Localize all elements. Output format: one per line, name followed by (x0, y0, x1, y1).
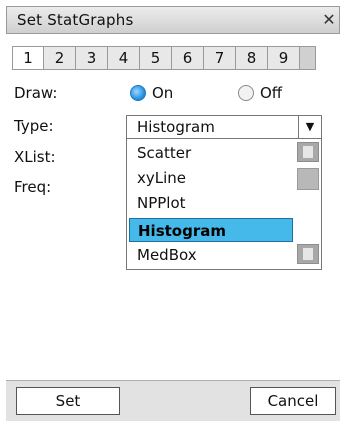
dropdown-item-scatter[interactable]: Scatter (129, 141, 293, 165)
dropdown-item-medbox[interactable]: MedBox (129, 243, 293, 267)
scroll-up-icon[interactable] (297, 142, 319, 162)
draw-off-radio[interactable]: Off (238, 84, 282, 102)
type-select[interactable]: Histogram ▼ (126, 115, 322, 139)
scroll-down-icon[interactable] (297, 244, 319, 264)
window-title: Set StatGraphs (17, 11, 134, 29)
dropdown-item-xyline[interactable]: xyLine (129, 166, 293, 190)
tab-strip: 1 2 3 4 5 6 7 8 9 (12, 46, 316, 70)
close-icon[interactable]: ✕ (321, 11, 337, 29)
radio-selected-icon (130, 85, 146, 101)
tab-1[interactable]: 1 (12, 46, 44, 70)
dropdown-item-histogram[interactable]: Histogram (129, 218, 293, 242)
dropdown-item-npplot[interactable]: NPPlot (129, 191, 293, 215)
button-bar: Set Cancel (6, 380, 340, 421)
type-label: Type: (14, 117, 54, 135)
tab-9[interactable]: 9 (268, 46, 300, 70)
dropdown-scrollbar[interactable] (297, 142, 319, 266)
cancel-button[interactable]: Cancel (250, 387, 336, 415)
scroll-thumb[interactable] (297, 168, 319, 190)
tab-2[interactable]: 2 (44, 46, 76, 70)
tab-8[interactable]: 8 (236, 46, 268, 70)
xlist-label: XList: (14, 148, 56, 166)
chevron-down-icon[interactable]: ▼ (298, 116, 321, 138)
draw-label: Draw: (14, 84, 58, 102)
tab-4[interactable]: 4 (108, 46, 140, 70)
set-button[interactable]: Set (16, 387, 120, 415)
radio-unselected-icon (238, 85, 254, 101)
title-bar: Set StatGraphs ✕ (6, 6, 340, 34)
type-select-value: Histogram (137, 118, 215, 136)
settings-panel: Draw: On Off Type: Histogram ▼ XList: Fr… (12, 70, 334, 380)
freq-label: Freq: (14, 178, 52, 196)
dialog-window: Set StatGraphs ✕ 1 2 3 4 5 6 7 8 9 Draw:… (0, 0, 346, 424)
tab-6[interactable]: 6 (172, 46, 204, 70)
draw-off-label: Off (260, 84, 283, 102)
draw-on-radio[interactable]: On (130, 84, 173, 102)
tab-5[interactable]: 5 (140, 46, 172, 70)
tab-7[interactable]: 7 (204, 46, 236, 70)
tab-scroll-handle[interactable] (300, 46, 316, 70)
draw-on-label: On (152, 84, 174, 102)
tab-3[interactable]: 3 (76, 46, 108, 70)
type-dropdown-list: Scatter xyLine NPPlot Histogram MedBox (126, 138, 322, 270)
